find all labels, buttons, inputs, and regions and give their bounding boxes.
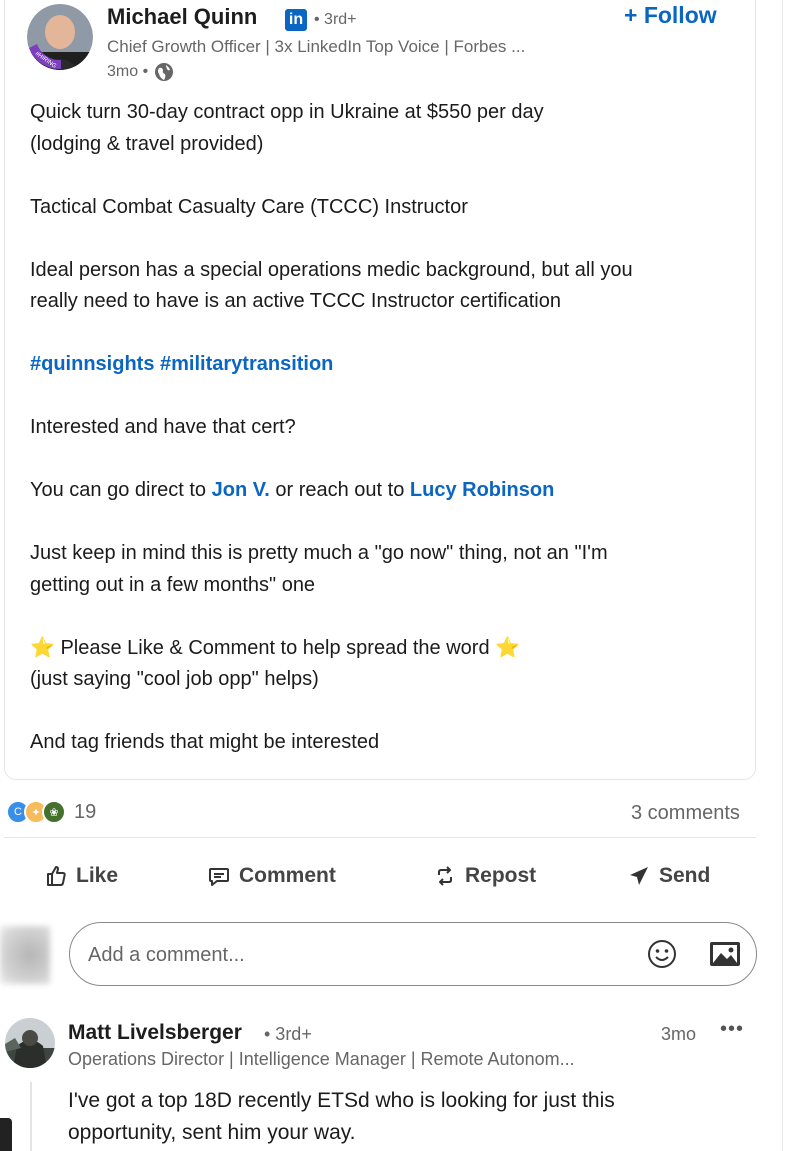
reaction-count: 19	[74, 800, 97, 823]
author-avatar[interactable]: #HIRING	[27, 4, 93, 70]
linkedin-badge-icon: in	[285, 9, 307, 31]
more-options-icon[interactable]: •••	[720, 1018, 744, 1041]
post-text: You can go direct to	[30, 479, 212, 501]
follow-button[interactable]: + Follow	[624, 2, 717, 29]
comment-box[interactable]	[69, 922, 757, 986]
comment-bubble-icon	[209, 868, 229, 886]
like-label: Like	[76, 864, 119, 887]
commenter-headline: Operations Director | Intelligence Manag…	[68, 1049, 575, 1069]
comment-input[interactable]	[86, 938, 610, 972]
post-line: (lodging & travel provided)	[30, 132, 264, 155]
page-right-border	[782, 0, 783, 1151]
author-name[interactable]: Michael Quinn	[107, 4, 257, 30]
author-degree: • 3rd+	[314, 11, 357, 28]
comment-thread-line	[30, 1082, 32, 1151]
post-line: getting out in a few months" one	[30, 573, 316, 596]
commenter-photo	[5, 1018, 55, 1068]
hashtag-militarytransition[interactable]: #militarytransition	[160, 353, 333, 375]
commenter-degree: • 3rd+	[264, 1024, 312, 1044]
image-icon[interactable]	[708, 938, 742, 970]
mention-lucy-robinson[interactable]: Lucy Robinson	[410, 479, 554, 501]
comment-label: Comment	[239, 864, 336, 887]
comment-button[interactable]: Comment	[207, 864, 336, 888]
post-text: Please Like & Comment to help spread the…	[54, 636, 496, 659]
post-time-text: 3mo •	[107, 63, 149, 80]
author-headline: Chief Growth Officer | 3x LinkedIn Top V…	[107, 37, 526, 56]
commenter-name[interactable]: Matt Livelsberger	[68, 1021, 242, 1045]
author-photo: #HIRING	[27, 4, 93, 70]
comment-line: opportunity, sent him your way.	[68, 1121, 356, 1144]
post-text: or reach out to	[269, 479, 410, 501]
post-line: And tag friends that might be interested	[30, 731, 380, 753]
thumbs-up-icon	[47, 866, 66, 886]
post-line-mentions: You can go direct to Jon V. or reach out…	[30, 475, 750, 507]
post-line: Interested and have that cert?	[30, 416, 296, 438]
send-icon	[630, 867, 648, 885]
edge-widget	[0, 1118, 12, 1151]
repost-label: Repost	[465, 864, 537, 887]
post-line: Just keep in mind this is pretty much a …	[30, 542, 608, 564]
reactions-summary[interactable]: C ✦ ❀ 19	[6, 800, 96, 824]
divider	[4, 837, 756, 838]
comments-count-link[interactable]: 3 comments	[631, 802, 740, 825]
post-line: Tactical Combat Casualty Care (TCCC) Ins…	[30, 195, 468, 218]
commenter-avatar[interactable]	[5, 1018, 55, 1068]
send-button[interactable]: Send	[627, 864, 710, 888]
post-line: (just saying "cool job opp" helps)	[30, 668, 319, 690]
post-line: Quick turn 30-day contract opp in Ukrain…	[30, 101, 544, 123]
post-line: really need to have is an active TCCC In…	[30, 290, 561, 312]
send-label: Send	[659, 864, 711, 887]
globe-icon	[155, 63, 174, 81]
like-button[interactable]: Like	[44, 864, 118, 888]
comment-time: 3mo	[661, 1024, 697, 1044]
post-body: Quick turn 30-day contract opp in Ukrain…	[30, 97, 750, 759]
post-time: 3mo •	[107, 62, 174, 82]
comment-body: I've got a top 18D recently ETSd who is …	[68, 1085, 748, 1149]
hashtag-quinnsights[interactable]: #quinnsights	[30, 353, 154, 375]
mention-jon-v[interactable]: Jon V.	[212, 479, 270, 501]
hashtags-line: #quinnsights #militarytransition	[30, 349, 750, 381]
repost-icon	[438, 866, 452, 886]
current-user-avatar[interactable]	[0, 926, 50, 984]
comment-line: I've got a top 18D recently ETSd who is …	[68, 1089, 615, 1112]
post-line: Ideal person has a special operations me…	[30, 258, 633, 281]
star-icon: ⭐	[495, 636, 521, 659]
emoji-icon[interactable]	[646, 938, 678, 970]
repost-button[interactable]: Repost	[433, 864, 536, 888]
star-icon: ⭐	[30, 636, 55, 659]
support-reaction-icon: ❀	[42, 800, 66, 824]
post-line-stars: ⭐ Please Like & Comment to help spread t…	[30, 633, 750, 665]
